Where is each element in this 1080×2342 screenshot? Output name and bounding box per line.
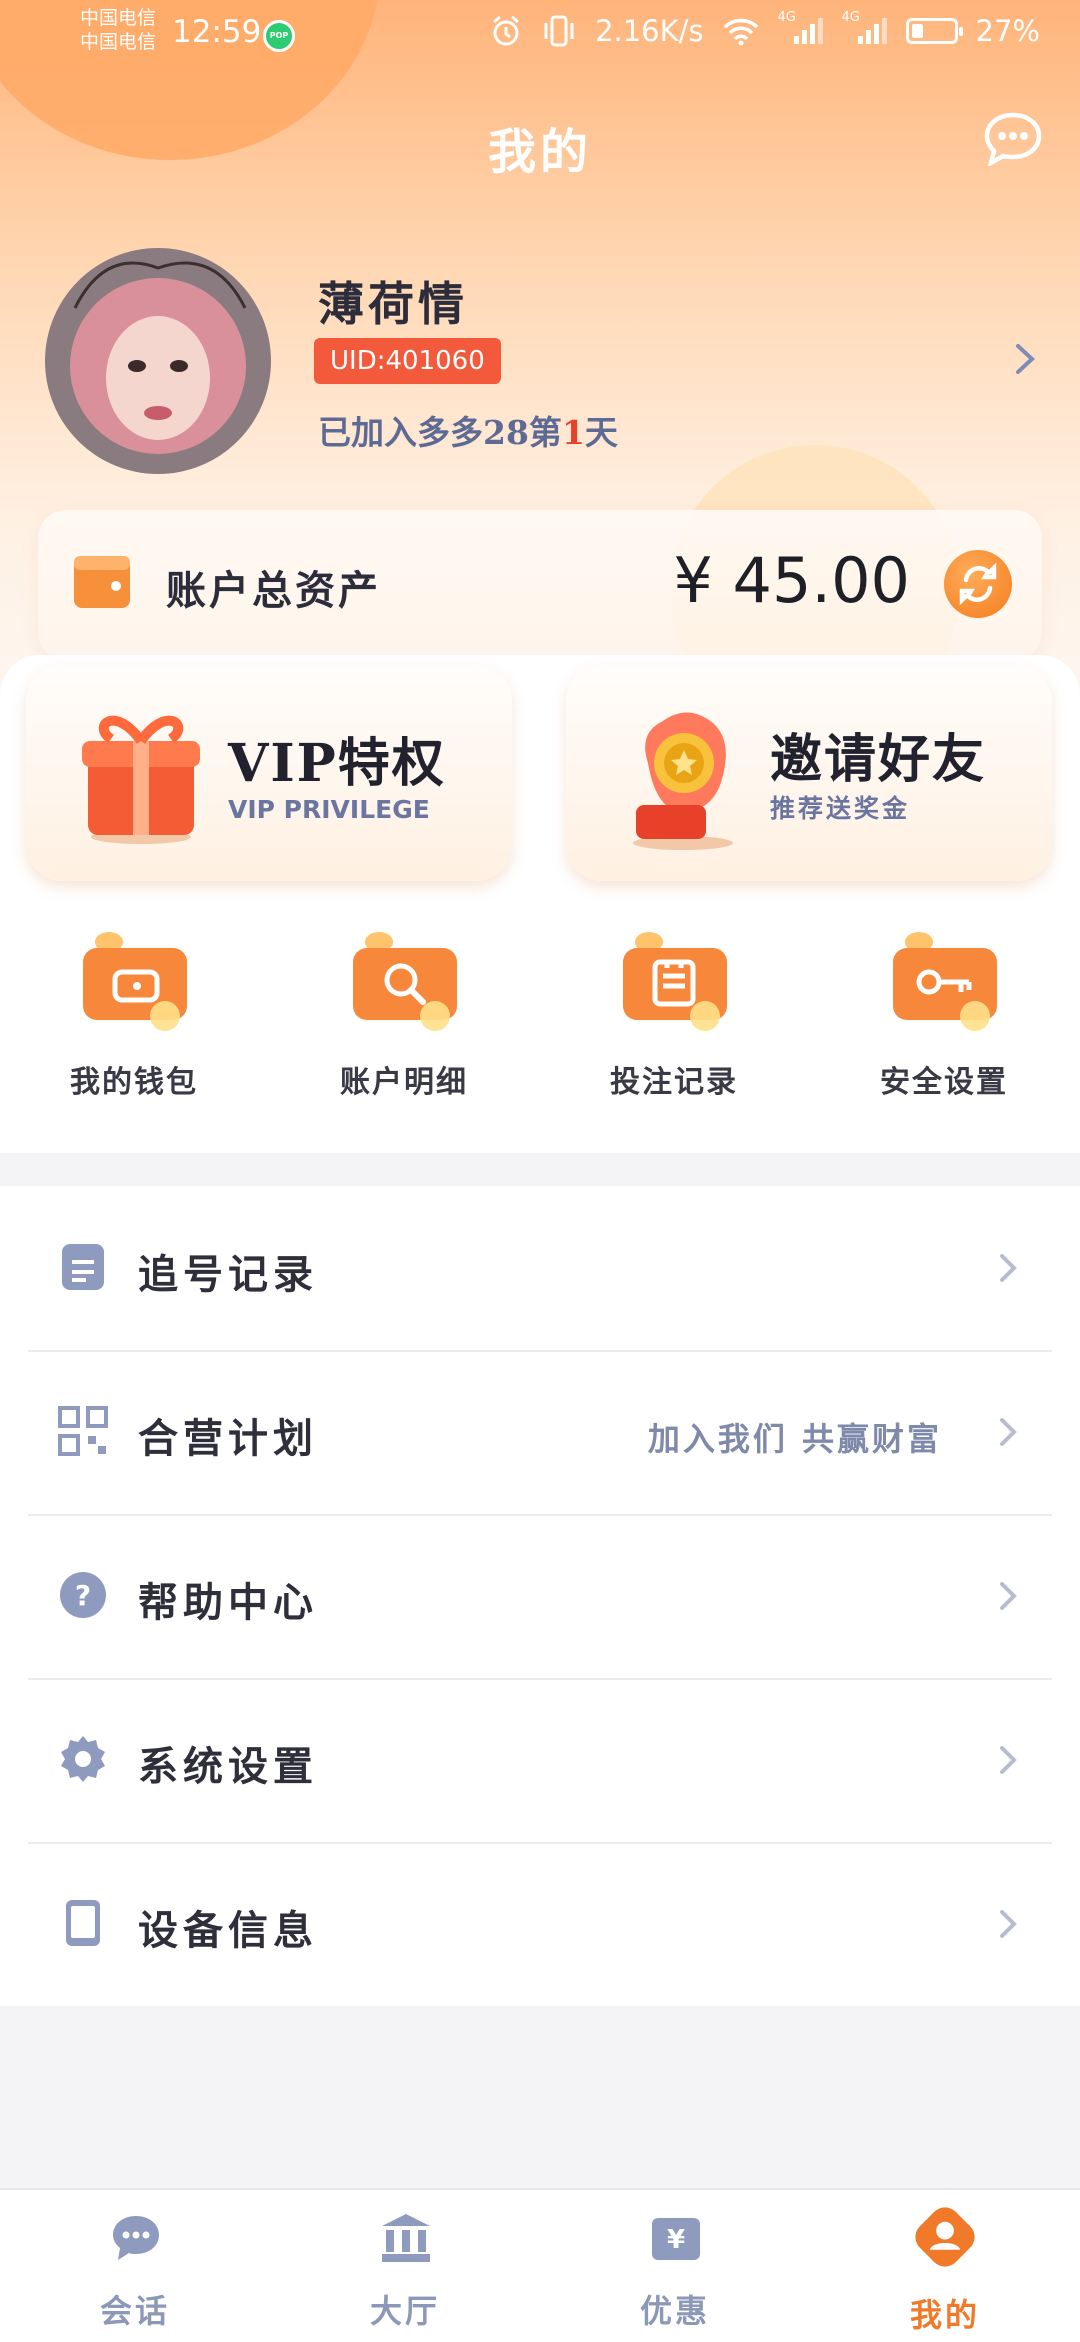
refresh-icon [959, 562, 997, 606]
tab-chat[interactable]: 会话 [0, 2190, 270, 2342]
tab-label: 大厅 [369, 2292, 440, 2330]
menu-item-label: 追号记录 [138, 1251, 318, 1298]
menu-item-help-center[interactable]: ? 帮助中心 [28, 1514, 1052, 1680]
clipboard-icon [623, 932, 727, 1031]
menu-item-partnership[interactable]: 合营计划 加入我们 共赢财富 [28, 1350, 1052, 1516]
settings-menu: 追号记录 合营计划 加入我们 共赢财富 ? 帮助中心 系统设置 设备信息 [0, 1186, 1080, 2006]
balance-amount: ¥ 45.00 [673, 544, 910, 617]
invite-title: 邀请好友 [770, 729, 987, 790]
uid-badge: UID:401060 [314, 338, 501, 384]
magnifier-icon [353, 932, 457, 1031]
carrier-2: 中国电信 [80, 31, 157, 53]
signal-1-icon: 4G [778, 10, 824, 46]
menu-item-device-info[interactable]: 设备信息 [28, 1842, 1052, 2006]
pop-badge: POP [263, 20, 295, 52]
tab-offers[interactable]: ¥ 优惠 [540, 2190, 810, 2342]
menu-item-system-settings[interactable]: 系统设置 [28, 1678, 1052, 1844]
user-icon [915, 2207, 975, 2267]
quick-action-label: 账户明细 [340, 1065, 468, 1100]
phone-icon [66, 1900, 100, 1946]
refresh-balance-button[interactable] [944, 550, 1012, 618]
status-bar: 中国电信 中国电信 12:59 POP 2.16K/s 4G 4G 27% [0, 0, 1080, 72]
invite-friends-card[interactable]: 邀请好友 推荐送奖金 [566, 665, 1052, 881]
carrier-labels: 中国电信 中国电信 [80, 6, 156, 54]
coin-hand-icon [633, 712, 733, 850]
qr-code-icon [58, 1406, 108, 1456]
wifi-icon [723, 18, 758, 46]
signal-1-label: 4G [777, 10, 796, 25]
avatar[interactable] [45, 248, 271, 474]
help-icon: ? [60, 1572, 106, 1618]
tab-label: 会话 [99, 2292, 170, 2330]
chevron-right-icon [1000, 1910, 1017, 1938]
vibrate-icon [544, 15, 574, 47]
bottom-tab-bar: 会话 大厅 ¥ 优惠 我的 [0, 2188, 1080, 2342]
carrier-1: 中国电信 [80, 7, 157, 29]
joined-days-text: 已加入多多28第1天 [318, 406, 618, 454]
gift-icon [82, 715, 200, 844]
svg-text:?: ? [75, 1579, 91, 1612]
status-right: 2.16K/s 4G 4G 27% [489, 10, 1040, 48]
menu-item-label: 系统设置 [138, 1743, 318, 1790]
chevron-right-icon [1000, 1254, 1017, 1282]
vip-title: VIP特权 [228, 733, 446, 794]
vip-privilege-card[interactable]: VIP特权 VIP PRIVILEGE [26, 665, 512, 881]
svg-text:¥: ¥ [667, 2225, 685, 2255]
menu-item-label: 合营计划 [138, 1415, 318, 1462]
quick-action-wallet[interactable]: 我的钱包 [34, 930, 234, 1101]
battery-icon [905, 18, 963, 44]
page-title: 我的 [487, 124, 592, 180]
quick-action-bet-records[interactable]: 投注记录 [574, 930, 774, 1101]
profile-chevron-icon[interactable] [1012, 342, 1038, 376]
signal-2-icon: 4G [842, 10, 888, 46]
assets-label: 账户总资产 [166, 567, 381, 614]
battery-percent: 27% [975, 14, 1040, 48]
quick-action-label: 安全设置 [880, 1065, 1008, 1100]
menu-item-label: 设备信息 [138, 1907, 318, 1954]
gear-icon [61, 1736, 105, 1782]
menu-item-label: 帮助中心 [138, 1579, 318, 1626]
net-speed: 2.16K/s [595, 14, 704, 48]
tab-label: 优惠 [639, 2292, 710, 2330]
chevron-right-icon [1000, 1418, 1017, 1446]
key-icon [893, 932, 997, 1031]
quick-action-security[interactable]: 安全设置 [844, 930, 1044, 1101]
wallet-icon [83, 932, 187, 1031]
tab-lobby[interactable]: 大厅 [270, 2190, 540, 2342]
quick-action-account-details[interactable]: 账户明细 [304, 930, 504, 1101]
menu-item-chase-records[interactable]: 追号记录 [28, 1186, 1052, 1352]
wallet-icon [74, 556, 130, 608]
chevron-right-icon [1000, 1746, 1017, 1774]
joined-days: 1 [561, 413, 585, 452]
joined-suffix: 天 [584, 413, 618, 452]
account-assets-card[interactable]: 账户总资产 ¥ 45.00 [38, 510, 1042, 660]
bank-icon [382, 2214, 430, 2262]
quick-action-label: 我的钱包 [70, 1065, 198, 1100]
battery-fill [911, 24, 923, 38]
quick-action-label: 投注记录 [610, 1065, 738, 1100]
chevron-right-icon [1000, 1582, 1017, 1610]
message-icon[interactable] [983, 112, 1043, 166]
coupon-icon: ¥ [652, 2218, 700, 2260]
nickname: 薄荷情 [318, 277, 468, 331]
status-time: 12:59 [172, 14, 262, 50]
invite-subtitle: 推荐送奖金 [770, 794, 911, 823]
menu-item-hint: 加入我们 共赢财富 [647, 1420, 942, 1458]
vip-subtitle: VIP PRIVILEGE [228, 795, 430, 824]
note-icon [62, 1244, 104, 1290]
joined-prefix: 已加入多多28第 [318, 413, 562, 452]
alarm-icon [493, 15, 520, 46]
tab-mine[interactable]: 我的 [810, 2190, 1080, 2342]
tab-label: 我的 [909, 2296, 980, 2334]
signal-2-label: 4G [841, 10, 860, 25]
chat-bubble-icon [113, 2216, 159, 2260]
